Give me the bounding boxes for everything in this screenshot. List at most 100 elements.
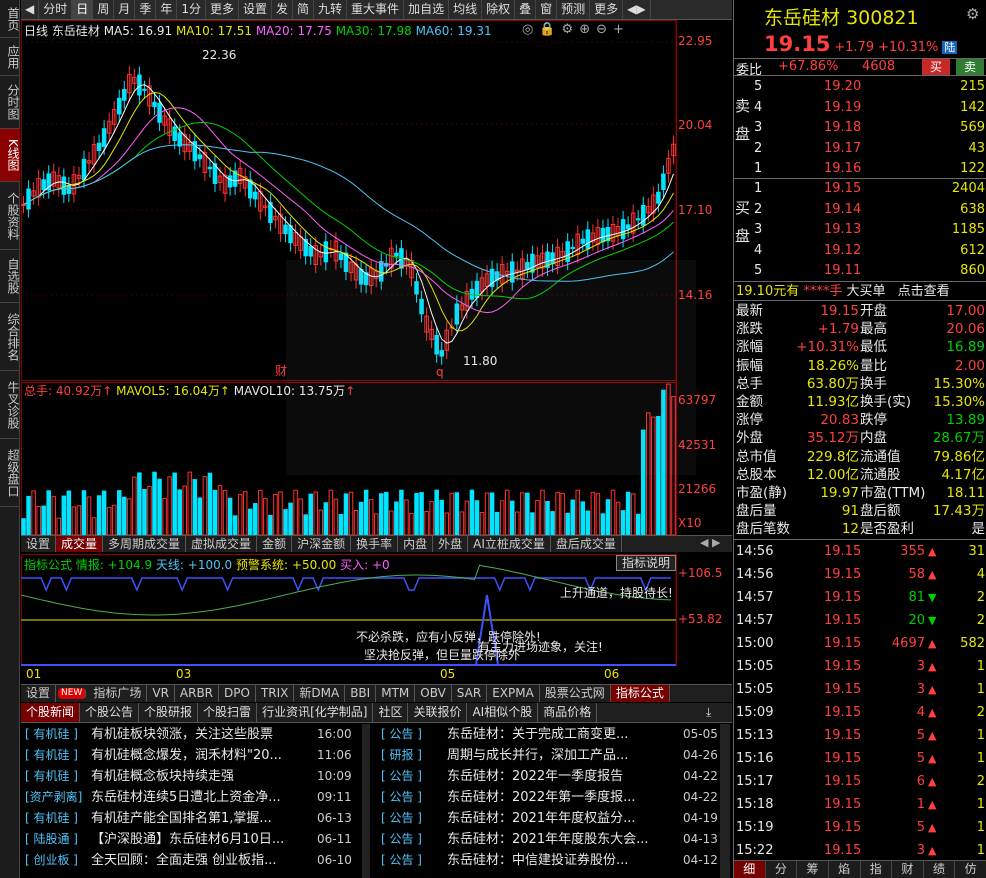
zoom-in-icon[interactable]: ⊕: [579, 22, 596, 37]
tab-news-2[interactable]: 个股研报: [139, 703, 199, 722]
tab-news-0[interactable]: 个股新闻: [21, 703, 81, 722]
news-scrollbar-left[interactable]: [362, 724, 370, 878]
toolbar-item-9[interactable]: 发: [272, 0, 294, 19]
quote-tab-7[interactable]: 仿: [955, 861, 986, 878]
toolbar-item-1[interactable]: 日: [72, 0, 94, 19]
news-title[interactable]: 东岳硅材：2022年一季度报告: [447, 769, 623, 784]
quote-tab-2[interactable]: 筹: [797, 861, 829, 878]
tab-indicator-0[interactable]: 设置: [21, 685, 57, 702]
sidebar-item-0[interactable]: 首页: [0, 0, 20, 38]
sidebar-item-7[interactable]: 牛叉诊股: [0, 371, 20, 439]
indicator-help-button[interactable]: 指标说明: [616, 555, 676, 571]
order-book-row[interactable]: 2 19.14 638: [734, 200, 986, 220]
tab-indicator-3[interactable]: VR: [147, 685, 175, 702]
toolbar-item-19[interactable]: 更多: [590, 0, 624, 19]
lock-icon[interactable]: 🔒: [539, 22, 561, 37]
tab-news-1[interactable]: 个股公告: [80, 703, 140, 722]
toolbar-item-15[interactable]: 除权: [482, 0, 516, 19]
sidebar-item-6[interactable]: 综合排名: [0, 303, 20, 371]
news-item[interactable]: [ 创业板 ] 全天回顾：全面走强 创业板指... 06-10: [25, 850, 357, 871]
eye-icon[interactable]: ◎: [522, 22, 539, 37]
sidebar-item-1[interactable]: 应用: [0, 38, 20, 76]
news-title[interactable]: 有机硅概念板块持续走强: [91, 769, 234, 784]
news-item[interactable]: [ 公告 ] 东岳硅材：2021年年度权益分... 04-19: [381, 808, 723, 829]
tab-indicator-11[interactable]: SAR: [452, 685, 488, 702]
tab-volume-3[interactable]: 虚拟成交量: [186, 536, 258, 552]
news-title[interactable]: 有机硅概念爆发，润禾材料"20...: [91, 748, 282, 763]
order-book-row[interactable]: 3 19.13 1185: [734, 220, 986, 240]
tab-indicator-8[interactable]: BBI: [345, 685, 377, 702]
toolbar-item-4[interactable]: 季: [135, 0, 157, 19]
tab-news-5[interactable]: 社区: [373, 703, 409, 722]
toolbar-item-7[interactable]: 更多: [206, 0, 239, 19]
news-item[interactable]: [ 公告 ] 东岳硅材：中信建投证券股份... 04-12: [381, 850, 723, 871]
news-scrollbar-right[interactable]: [720, 724, 730, 878]
tab-indicator-13[interactable]: 股票公式网: [540, 685, 611, 702]
sidebar-item-5[interactable]: 自选股: [0, 250, 20, 303]
sidebar-item-4[interactable]: 个股资料: [0, 182, 20, 250]
sidebar-item-3[interactable]: K线图: [0, 129, 20, 182]
buy-button[interactable]: 买: [922, 59, 950, 75]
news-item[interactable]: [ 有机硅 ] 有机硅概念爆发，润禾材料"20... 11:06: [25, 745, 357, 766]
toolbar-item-6[interactable]: 1分: [177, 0, 206, 19]
quote-tab-1[interactable]: 分: [766, 861, 798, 878]
tab-indicator-2[interactable]: 指标广场: [88, 685, 148, 702]
add-icon[interactable]: +: [613, 22, 630, 37]
tab-indicator-6[interactable]: TRIX: [256, 685, 295, 702]
order-book-row[interactable]: 4 19.12 612: [734, 241, 986, 261]
tab-indicator-10[interactable]: OBV: [415, 685, 452, 702]
news-title[interactable]: 有机硅产能全国排名第1,掌握...: [91, 811, 272, 826]
news-title[interactable]: 东岳硅材：2021年年度股东大会...: [447, 832, 648, 847]
news-title[interactable]: 东岳硅材：关于完成工商变更...: [447, 727, 628, 742]
big-order-row[interactable]: 19.10元有 ****手 大买单 点击查看: [734, 281, 986, 301]
tab-news-7[interactable]: AI相似个股: [467, 703, 539, 722]
tab-volume-0[interactable]: 设置: [21, 536, 57, 552]
sell-button[interactable]: 卖: [956, 59, 984, 75]
news-title[interactable]: 东岳硅材：2021年年度权益分...: [447, 811, 635, 826]
toolbar-item-12[interactable]: 重大事件: [347, 0, 405, 19]
event-marker-q[interactable]: q: [436, 365, 444, 379]
toolbar-item-2[interactable]: 周: [93, 0, 115, 19]
quote-tab-0[interactable]: 细: [734, 861, 766, 878]
news-item[interactable]: [ 陆股通 ] 【沪深股通】东岳硅材6月10日... 06-11: [25, 829, 357, 850]
tab-indicator-9[interactable]: MTM: [376, 685, 416, 702]
quote-tab-5[interactable]: 财: [892, 861, 924, 878]
download-icon[interactable]: ⤓: [706, 705, 711, 720]
chart-controls[interactable]: ◎🔒⚙⊕⊖+: [522, 22, 630, 37]
news-title[interactable]: 东岳硅材：2022年第一季度报...: [447, 790, 635, 805]
tab-indicator-12[interactable]: EXPMA: [487, 685, 540, 702]
sidebar-item-8[interactable]: 超级盘口: [0, 439, 20, 507]
news-title[interactable]: 【沪深股通】东岳硅材6月10日...: [91, 832, 284, 847]
tab-volume-1[interactable]: 成交量: [56, 536, 104, 552]
tab-volume-5[interactable]: 沪深金额: [292, 536, 352, 552]
toolbar-item-16[interactable]: 叠: [515, 0, 537, 19]
nav-arrows-icon[interactable]: ◀▶: [623, 0, 651, 19]
tab-volume-10[interactable]: 盘后成交量: [551, 536, 622, 552]
gear-icon[interactable]: ⚙: [562, 22, 580, 37]
toolbar-item-10[interactable]: 简: [293, 0, 315, 19]
toolbar-item-13[interactable]: 加自选: [404, 0, 450, 19]
toolbar-item-8[interactable]: 设置: [239, 0, 272, 19]
tab-volume-7[interactable]: 内盘: [398, 536, 434, 552]
event-marker-cai[interactable]: 财: [275, 362, 287, 379]
news-item[interactable]: [ 公告 ] 东岳硅材：关于完成工商变更... 05-05: [381, 724, 723, 745]
toolbar-item-5[interactable]: 年: [156, 0, 178, 19]
tab-indicator-4[interactable]: ARBR: [175, 685, 220, 702]
tab-volume-6[interactable]: 换手率: [351, 536, 399, 552]
toolbar-item-0[interactable]: 分时: [39, 0, 73, 19]
toolbar-item-3[interactable]: 月: [114, 0, 136, 19]
news-title[interactable]: 周期与成长并行，深加工产品...: [447, 748, 628, 763]
order-book-row[interactable]: 5 19.11 860: [734, 261, 986, 281]
order-book-row[interactable]: 1 19.15 2404: [734, 179, 986, 199]
settings-gear-icon[interactable]: ⚙: [966, 5, 979, 23]
news-item[interactable]: [ 有机硅 ] 有机硅概念板块持续走强 10:09: [25, 766, 357, 787]
toolbar-item-14[interactable]: 均线: [449, 0, 483, 19]
news-item[interactable]: [ 公告 ] 东岳硅材：2021年年度股东大会... 04-13: [381, 829, 723, 850]
tab-indicator-14[interactable]: 指标公式: [610, 685, 670, 702]
tab-news-6[interactable]: 关联报价: [408, 703, 468, 722]
quote-tab-3[interactable]: 焰: [829, 861, 861, 878]
tab-indicator-5[interactable]: DPO: [219, 685, 256, 702]
big-order-link[interactable]: 点击查看: [898, 284, 950, 299]
tab-news-4[interactable]: 行业资讯[化学制品]: [257, 703, 374, 722]
order-book-row[interactable]: 1 19.16 122: [734, 159, 986, 179]
